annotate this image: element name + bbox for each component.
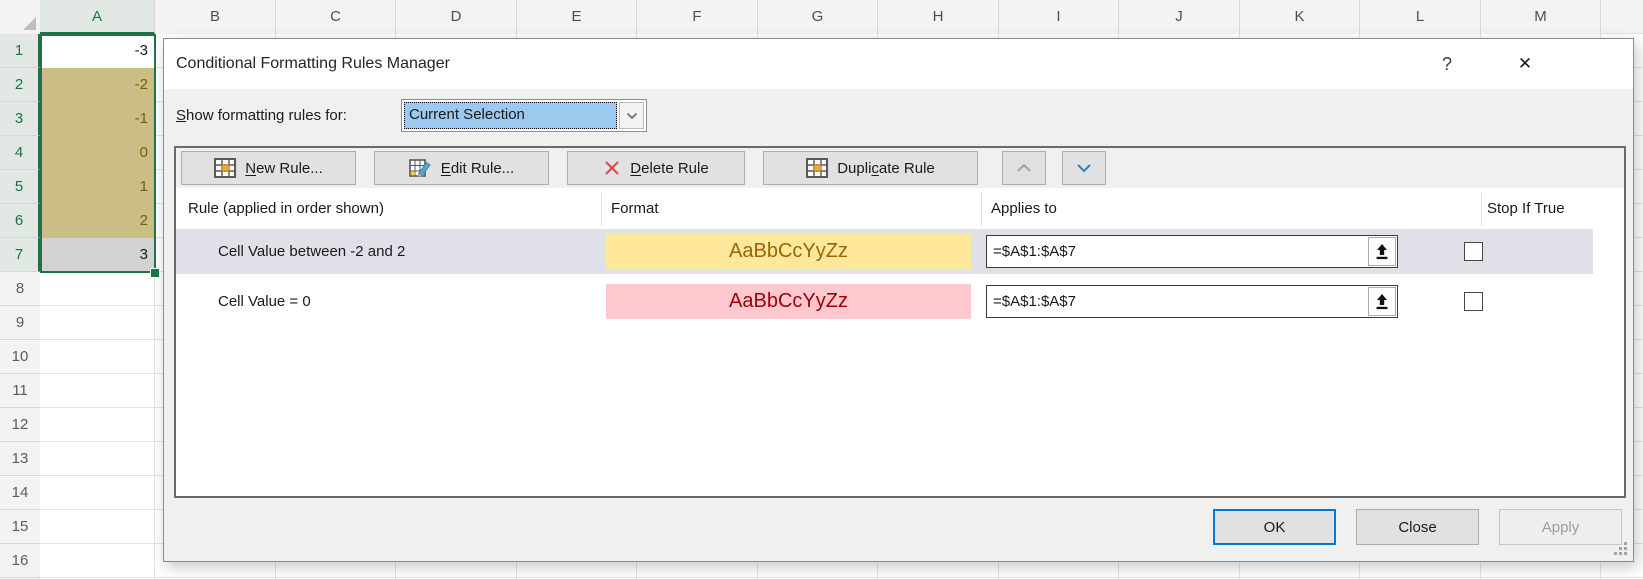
column-header-applies-to: Applies to [991, 188, 1057, 229]
conditional-formatting-rules-manager-dialog: Conditional Formatting Rules Manager ? ✕… [163, 38, 1634, 562]
applies-to-field-wrap [986, 285, 1398, 318]
row-header-15[interactable]: 15 [0, 510, 40, 544]
stop-if-true-checkbox[interactable] [1464, 292, 1483, 311]
rule-description: Cell Value = 0 [218, 279, 311, 324]
duplicate-rule-button[interactable]: Duplicate Rule [763, 151, 978, 185]
delete-x-icon [603, 159, 621, 177]
chevron-up-icon [1016, 163, 1032, 173]
rule-description: Cell Value between -2 and 2 [218, 229, 405, 274]
cell-a6[interactable]: 2 [41, 204, 154, 238]
edit-rule-pencil-icon [409, 158, 432, 178]
rules-list: Rule (applied in order shown) Format App… [176, 188, 1624, 496]
column-header-m[interactable]: M [1481, 0, 1601, 34]
column-header-i[interactable]: I [999, 0, 1119, 34]
cell-a5[interactable]: 1 [41, 170, 154, 204]
close-icon[interactable]: ✕ [1504, 39, 1546, 89]
gridline-horizontal [0, 577, 1643, 578]
rules-panel: New Rule... Edit Rule... Delete Rule Dup… [174, 146, 1626, 498]
show-rules-for-combobox[interactable]: Current Selection [401, 99, 647, 132]
column-header-l[interactable]: L [1360, 0, 1481, 34]
ok-button[interactable]: OK [1213, 509, 1336, 545]
cell-a2[interactable]: -2 [41, 68, 154, 102]
row-header-3[interactable]: 3 [0, 102, 40, 136]
gridline-vertical [154, 34, 155, 579]
apply-button[interactable]: Apply [1499, 509, 1622, 545]
column-header-d[interactable]: D [396, 0, 517, 34]
rules-toolbar: New Rule... Edit Rule... Delete Rule Dup… [176, 148, 1624, 188]
column-header-c[interactable]: C [276, 0, 396, 34]
row-header-16[interactable]: 16 [0, 544, 40, 578]
row-header-7[interactable]: 7 [0, 238, 40, 272]
header-divider [981, 192, 982, 226]
applies-to-field-wrap [986, 235, 1398, 268]
resize-grip[interactable] [1613, 541, 1628, 556]
column-header-format: Format [611, 188, 659, 229]
header-divider [601, 192, 602, 226]
move-down-button[interactable] [1062, 151, 1106, 185]
column-header-j[interactable]: J [1119, 0, 1240, 34]
column-header-f[interactable]: F [637, 0, 758, 34]
select-all-corner[interactable] [0, 0, 40, 34]
fill-handle[interactable] [150, 268, 160, 278]
column-header-k[interactable]: K [1240, 0, 1360, 34]
cell-a3[interactable]: -1 [41, 102, 154, 136]
column-header-stop-if-true: Stop If True [1487, 188, 1565, 229]
row-header-13[interactable]: 13 [0, 442, 40, 476]
column-header-a[interactable]: A [40, 0, 155, 34]
new-rule-label: New Rule... [245, 160, 323, 177]
duplicate-rule-grid-icon [806, 158, 828, 178]
column-header-b[interactable]: B [155, 0, 276, 34]
column-header-g[interactable]: G [758, 0, 878, 34]
rule-row-1[interactable]: Cell Value between -2 and 2 AaBbCcYyZz [176, 229, 1593, 274]
duplicate-rule-label: Duplicate Rule [837, 160, 935, 177]
applies-to-input[interactable] [986, 235, 1398, 268]
row-header-14[interactable]: 14 [0, 476, 40, 510]
row-header-8[interactable]: 8 [0, 272, 40, 306]
help-icon[interactable]: ? [1431, 39, 1463, 89]
edit-rule-button[interactable]: Edit Rule... [374, 151, 549, 185]
combobox-selected-value[interactable]: Current Selection [404, 102, 617, 129]
new-rule-grid-icon [214, 158, 236, 178]
delete-rule-label: Delete Rule [630, 160, 708, 177]
format-preview: AaBbCcYyZz [606, 284, 971, 319]
cell-a1[interactable]: -3 [41, 34, 154, 68]
row-header-4[interactable]: 4 [0, 136, 40, 170]
row-header-12[interactable]: 12 [0, 408, 40, 442]
header-divider [1481, 192, 1482, 226]
rule-row-2[interactable]: Cell Value = 0 AaBbCcYyZz [176, 279, 1593, 324]
collapse-range-icon [1374, 243, 1390, 261]
row-header-11[interactable]: 11 [0, 374, 40, 408]
cell-a7[interactable]: 3 [41, 238, 154, 272]
combobox-dropdown-button[interactable] [619, 102, 644, 129]
format-preview: AaBbCcYyZz [606, 234, 971, 269]
row-header-10[interactable]: 10 [0, 340, 40, 374]
row-header-6[interactable]: 6 [0, 204, 40, 238]
cell-a4[interactable]: 0 [41, 136, 154, 170]
collapse-range-icon [1374, 293, 1390, 311]
applies-to-input[interactable] [986, 285, 1398, 318]
stop-if-true-checkbox[interactable] [1464, 242, 1483, 261]
row-header-1[interactable]: 1 [0, 34, 40, 68]
dialog-title: Conditional Formatting Rules Manager [176, 39, 450, 89]
delete-rule-button[interactable]: Delete Rule [567, 151, 745, 185]
row-header-2[interactable]: 2 [0, 68, 40, 102]
chevron-down-icon [1076, 163, 1092, 173]
collapse-dialog-button[interactable] [1368, 237, 1396, 266]
column-header-e[interactable]: E [517, 0, 637, 34]
collapse-dialog-button[interactable] [1368, 287, 1396, 316]
chevron-down-icon [626, 112, 638, 120]
row-header-5[interactable]: 5 [0, 170, 40, 204]
column-header-rule: Rule (applied in order shown) [188, 188, 384, 229]
row-header-9[interactable]: 9 [0, 306, 40, 340]
column-header-h[interactable]: H [878, 0, 999, 34]
excel-window: ABCDEFGHIJKLM12345678910111213141516-3-2… [0, 0, 1643, 579]
new-rule-button[interactable]: New Rule... [181, 151, 356, 185]
close-button[interactable]: Close [1356, 509, 1479, 545]
move-up-button[interactable] [1002, 151, 1046, 185]
show-rules-for-label: Show formatting rules for: [176, 99, 347, 132]
dialog-titlebar[interactable]: Conditional Formatting Rules Manager ? ✕ [164, 39, 1633, 89]
edit-rule-label: Edit Rule... [441, 160, 514, 177]
